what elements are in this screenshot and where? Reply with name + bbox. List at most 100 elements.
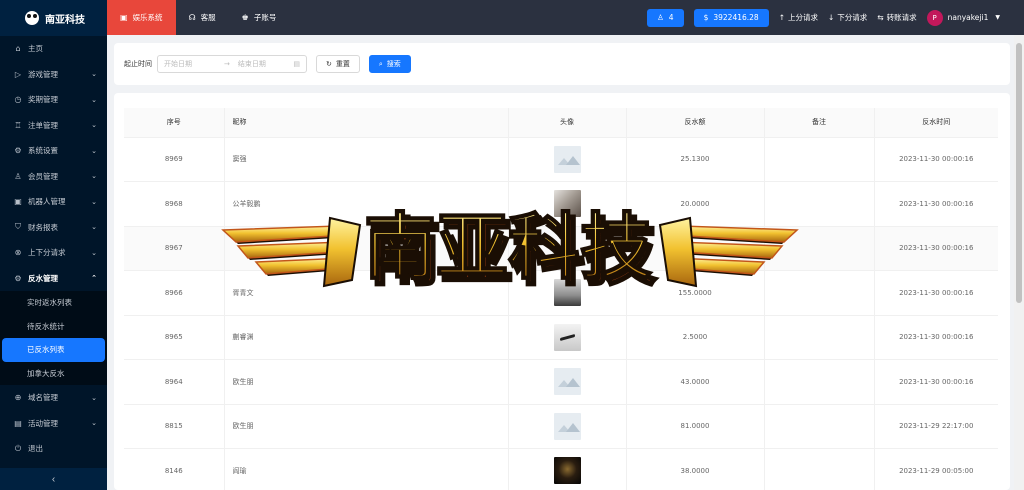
home-icon: ⌂ — [15, 44, 21, 54]
sidebar-item[interactable]: ⊗ 上下分请求 ⌄ — [0, 240, 107, 266]
top-tab-label: 娱乐系统 — [132, 13, 163, 22]
table-row[interactable]: 8967 0 2023-11-30 00:00:16 — [124, 226, 998, 271]
cell-amount: 2.5000 — [626, 315, 765, 360]
sidebar-item[interactable]: ♙ 会员管理 ⌄ — [0, 164, 107, 190]
cell-avatar — [508, 226, 627, 271]
sidebar-item-label: 主页 — [28, 44, 43, 54]
table-row[interactable]: 8966 胥青文 155.0000 2023-11-30 00:00:16 — [124, 270, 998, 316]
cell-avatar — [508, 448, 627, 490]
dollar-icon: $ — [703, 13, 709, 22]
table-header-row: 序号 昵称 头像 反水额 备注 反水时间 — [124, 108, 998, 138]
cell-nickname: 蒯睿渊 — [224, 315, 509, 360]
chevron-up-icon: ⌃ — [91, 274, 97, 283]
table-row[interactable]: 8969 窦强 25.1300 2023-11-30 00:00:16 — [124, 137, 998, 182]
username: nanyakeji1 — [947, 13, 989, 22]
cell-note — [764, 137, 875, 182]
sidebar-item[interactable]: ▷ 游戏管理 ⌄ — [0, 62, 107, 88]
up-request-link[interactable]: ↑ 上分请求 — [779, 12, 818, 23]
logout-icon: ⏻ — [14, 443, 22, 453]
gear-icon: ⚙ — [14, 273, 22, 283]
scrollbar-thumb[interactable] — [1016, 43, 1022, 303]
sidebar-item[interactable]: ⌂ 主页 — [0, 36, 107, 62]
chevron-down-icon: ⌄ — [91, 197, 97, 206]
cell-avatar — [508, 404, 627, 449]
avatar: P — [926, 9, 943, 26]
sidebar-collapse-button[interactable]: ‹ — [0, 468, 107, 490]
user-icon: ♙ — [14, 171, 22, 181]
user-menu[interactable]: P nanyakeji1 ▼ — [926, 9, 1000, 26]
top-bar: ▣ 娱乐系统 ☊ 客服 ♚ 子账号 ♙ 4 $ 3922416.28 ↑ 上分请求 ↓ 下… — [107, 0, 1024, 35]
cell-nickname: 欧生朋 — [224, 359, 509, 405]
sidebar-item[interactable]: ▤ 活动管理 ⌄ — [0, 411, 107, 437]
logo[interactable]: 南亚科技 — [0, 0, 107, 36]
chevron-down-icon: ⌄ — [91, 70, 97, 79]
avatar-image — [553, 457, 581, 485]
sidebar-item[interactable]: ◷ 奖期管理 ⌄ — [0, 87, 107, 113]
down-request-link[interactable]: ↓ 下分请求 — [828, 12, 867, 23]
balance-value: 3922416.28 — [713, 13, 759, 22]
chevron-down-icon: ⌄ — [91, 146, 97, 155]
avatar-image — [553, 412, 581, 440]
top-tab[interactable]: ♚ 子账号 — [229, 0, 290, 35]
sidebar-subitem[interactable]: 加拿大反水 — [0, 362, 107, 386]
cell-avatar — [508, 359, 627, 405]
sidebar-item[interactable]: ⏻ 退出 — [0, 436, 107, 462]
column-header: 头像 — [508, 108, 627, 138]
avatar-image — [553, 190, 581, 218]
chevron-down-icon: ⌄ — [91, 172, 97, 181]
cell-nickname: 胥青文 — [224, 270, 509, 316]
date-range-picker[interactable]: 开始日期 → 结束日期 ▤ — [157, 55, 307, 73]
table-row[interactable]: 8815 欧生朋 81.0000 2023-11-29 22:17:00 — [124, 404, 998, 449]
sidebar-item[interactable]: ▣ 机器人管理 ⌄ — [0, 189, 107, 215]
sidebar-menu-bottom: ⊕ 域名管理 ⌄ ▤ 活动管理 ⌄ ⏻ 退出 — [0, 385, 107, 462]
sidebar-subitem[interactable]: 待反水统计 — [0, 315, 107, 339]
calendar-icon: ▤ — [14, 418, 22, 428]
end-date-input[interactable]: 结束日期 — [238, 59, 286, 69]
trophy-icon: ♖ — [14, 120, 22, 130]
top-tab[interactable]: ☊ 客服 — [176, 0, 229, 35]
sidebar-item-label: 会员管理 — [28, 171, 58, 181]
balance-button[interactable]: $ 3922416.28 — [693, 8, 769, 27]
reload-icon: ↻ — [326, 60, 332, 68]
start-date-input[interactable]: 开始日期 — [164, 59, 216, 69]
top-bar-actions: ♙ 4 $ 3922416.28 ↑ 上分请求 ↓ 下分请求 ⇆ 转账请求 P … — [647, 8, 1024, 27]
arrow-down-icon: ↓ — [828, 13, 835, 22]
cell-time: 2023-11-30 00:00:16 — [874, 315, 998, 360]
reset-button[interactable]: ↻ 重置 — [316, 55, 360, 73]
sidebar: 南亚科技 ⌂ 主页 ▷ 游戏管理 ⌄ ◷ 奖期管理 ⌄ ♖ 注单管理 ⌄ ⚙ 系统设置 ⌄ ♙ 会员管理 ⌄ ▣ 机… — [0, 0, 107, 490]
date-range-label: 起止时间 — [124, 60, 152, 68]
reset-label: 重置 — [335, 60, 350, 68]
sidebar-item[interactable]: ⊕ 域名管理 ⌄ — [0, 385, 107, 411]
page-scrollbar[interactable] — [1014, 35, 1024, 490]
table-row[interactable]: 8146 阎瑜 38.0000 2023-11-29 00:05:00 — [124, 448, 998, 490]
filter-bar: 起止时间 开始日期 → 结束日期 ▤ ↻ 重置 ⌕ 搜索 — [114, 43, 1010, 85]
cell-note — [764, 448, 875, 490]
sidebar-item[interactable]: ⚙ 反水管理 ⌃ — [0, 266, 107, 292]
top-tab[interactable]: ▣ 娱乐系统 — [107, 0, 176, 35]
sidebar-subitem[interactable]: 已反水列表 — [2, 338, 105, 362]
online-count-button[interactable]: ♙ 4 — [647, 8, 684, 27]
sidebar-item-label: 域名管理 — [28, 393, 58, 403]
sidebar-item[interactable]: ⚙ 系统设置 ⌄ — [0, 138, 107, 164]
cell-amount: 20.0000 — [626, 181, 765, 227]
table-row[interactable]: 8968 公羊毅鹏 20.0000 2023-11-30 00:00:16 — [124, 181, 998, 227]
cell-time: 2023-11-29 00:05:00 — [874, 448, 998, 490]
table-row[interactable]: 8964 欧生朋 43.0000 2023-11-30 00:00:16 — [124, 359, 998, 405]
panda-logo-icon — [25, 11, 39, 25]
transfer-request-label: 转账请求 — [886, 13, 917, 22]
gear-icon: ⚙ — [14, 146, 22, 156]
cell-id: 8965 — [124, 315, 225, 360]
search-button[interactable]: ⌕ 搜索 — [368, 55, 411, 73]
cell-nickname — [224, 226, 509, 271]
transfer-request-link[interactable]: ⇆ 转账请求 — [877, 12, 916, 23]
cell-amount: 25.1300 — [626, 137, 765, 182]
sidebar-item-label: 退出 — [28, 444, 43, 454]
calendar-icon: ▤ — [293, 60, 300, 68]
team-icon: ♚ — [241, 13, 249, 22]
cell-id: 8968 — [124, 181, 225, 227]
table-row[interactable]: 8965 蒯睿渊 2.5000 2023-11-30 00:00:16 — [124, 315, 998, 360]
sidebar-subitem[interactable]: 实时返水列表 — [0, 291, 107, 315]
sidebar-item[interactable]: ♖ 注单管理 ⌄ — [0, 113, 107, 139]
sidebar-item[interactable]: ⛉ 财务报表 ⌄ — [0, 215, 107, 241]
chevron-down-icon: ⌄ — [91, 248, 97, 257]
